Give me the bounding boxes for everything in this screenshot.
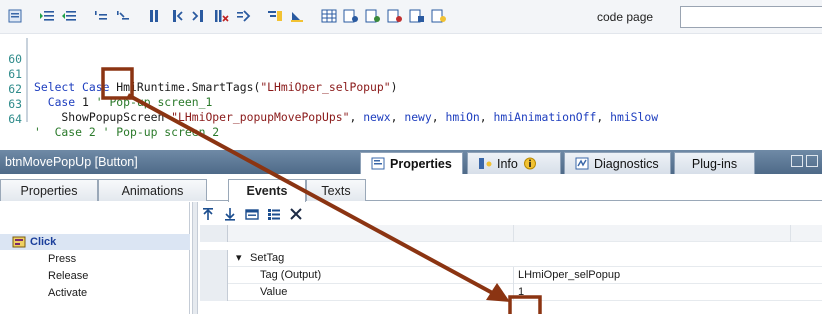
parameter-row[interactable]: Value 1 bbox=[200, 284, 822, 301]
editor-toolbar: code page bbox=[0, 0, 822, 34]
code-text: ' Case 2 ' Pop-up screen_2 bbox=[34, 125, 220, 139]
code-text: ShowPopupScreen "LHmiOper_popupMovePopUp… bbox=[34, 110, 659, 124]
code-text: Select Case HmiRuntime.SmartTags("LHmiOp… bbox=[34, 80, 398, 94]
column-separator bbox=[790, 225, 791, 242]
menu-icon[interactable] bbox=[806, 155, 818, 167]
window-controls bbox=[791, 155, 818, 167]
move-down-icon[interactable] bbox=[222, 206, 238, 222]
tab-label: Properties bbox=[390, 156, 452, 171]
list-add-icon[interactable] bbox=[364, 8, 382, 24]
indent-increase-icon[interactable] bbox=[38, 8, 56, 24]
move-up-icon[interactable] bbox=[200, 206, 216, 222]
code-line: 64 ' Case 2 ' Pop-up screen_2 bbox=[0, 100, 219, 139]
bookmark-icon[interactable] bbox=[146, 8, 164, 24]
list-remove-icon[interactable] bbox=[386, 8, 404, 24]
code-page-field[interactable] bbox=[680, 6, 822, 28]
tab-label: Plug-ins bbox=[691, 156, 738, 171]
sync-icon[interactable] bbox=[288, 8, 306, 24]
event-list: Click Press Release Activate bbox=[0, 202, 190, 314]
table-icon[interactable] bbox=[320, 8, 338, 24]
script-icon[interactable] bbox=[6, 8, 24, 24]
parameter-name: Value bbox=[260, 286, 288, 298]
event-group-click[interactable]: Click bbox=[0, 234, 190, 250]
tab-properties[interactable]: Properties bbox=[360, 152, 463, 174]
row-header bbox=[200, 225, 228, 242]
restore-icon[interactable] bbox=[791, 155, 803, 167]
subtab-properties[interactable]: Properties bbox=[0, 179, 98, 201]
diagnostics-icon bbox=[575, 157, 589, 170]
info-circle-icon bbox=[523, 157, 537, 170]
function-row[interactable]: ▾ SetTag bbox=[200, 250, 822, 267]
sub-tab-bar: Properties Animations Events Texts bbox=[0, 179, 822, 202]
event-group-label: Click bbox=[30, 236, 57, 248]
info-icon bbox=[478, 157, 492, 170]
list-icon[interactable] bbox=[342, 8, 360, 24]
comment-icon[interactable] bbox=[92, 8, 110, 24]
tab-diagnostics[interactable]: Diagnostics bbox=[564, 152, 671, 174]
toolbar-icons bbox=[6, 8, 448, 24]
convert-to-script-icon[interactable] bbox=[244, 206, 260, 222]
list-edit-icon[interactable] bbox=[408, 8, 426, 24]
function-name: SetTag bbox=[250, 252, 285, 264]
tab-info[interactable]: Info bbox=[467, 152, 561, 174]
inspector-header: btnMovePopUp [Button] Properties Info Di… bbox=[0, 150, 822, 174]
code-line: 62 Case 1 ' Pop-up screen_1 bbox=[0, 70, 212, 109]
panel-splitter[interactable] bbox=[192, 202, 198, 314]
script-editor: code page 60 61 Select Case HmiRuntime.S… bbox=[0, 0, 822, 139]
list-run-icon[interactable] bbox=[430, 8, 448, 24]
uncomment-icon[interactable] bbox=[114, 8, 132, 24]
bookmark-clear-icon[interactable] bbox=[212, 8, 230, 24]
event-press[interactable]: Press bbox=[0, 251, 190, 267]
grid-header-row bbox=[200, 225, 822, 242]
inspector-panel: btnMovePopUp [Button] Properties Info Di… bbox=[0, 150, 822, 314]
bookmark-next-icon[interactable] bbox=[190, 8, 208, 24]
bookmark-prev-icon[interactable] bbox=[168, 8, 186, 24]
properties-icon bbox=[371, 157, 385, 170]
code-line: 61 Select Case HmiRuntime.SmartTags("LHm… bbox=[0, 55, 397, 94]
row-header bbox=[200, 284, 228, 301]
indent-decrease-icon[interactable] bbox=[60, 8, 78, 24]
column-separator bbox=[513, 284, 514, 301]
row-header bbox=[200, 250, 228, 267]
row-header bbox=[200, 267, 228, 284]
parameter-value[interactable]: LHmiOper_selPopup bbox=[518, 267, 620, 284]
parameter-name: Tag (Output) bbox=[260, 269, 322, 281]
code-line: 63 ShowPopupScreen "LHmiOper_popupMovePo… bbox=[0, 85, 658, 124]
column-separator bbox=[513, 225, 514, 242]
column-separator bbox=[513, 267, 514, 284]
syntax-icon[interactable] bbox=[266, 8, 284, 24]
subtab-texts[interactable]: Texts bbox=[306, 179, 366, 201]
delete-icon[interactable] bbox=[288, 206, 304, 222]
code-line: 60 bbox=[0, 40, 41, 66]
function-list-grid: ▾ SetTag Tag (Output) LHmiOper_selPopup … bbox=[200, 225, 822, 314]
function-list-icon[interactable] bbox=[266, 206, 282, 222]
code-page-label: code page bbox=[597, 10, 654, 24]
event-activate[interactable]: Activate bbox=[0, 285, 190, 301]
collapse-icon[interactable]: ▾ bbox=[236, 250, 242, 267]
object-title: btnMovePopUp [Button] bbox=[5, 155, 138, 169]
event-release[interactable]: Release bbox=[0, 268, 190, 284]
parameter-value[interactable]: 1 bbox=[518, 284, 524, 301]
code-text: Case 1 ' Pop-up screen_1 bbox=[47, 95, 213, 109]
subtab-events[interactable]: Events bbox=[228, 179, 306, 202]
code-area[interactable]: 60 61 Select Case HmiRuntime.SmartTags("… bbox=[0, 38, 822, 139]
parameter-row[interactable]: Tag (Output) LHmiOper_selPopup bbox=[200, 267, 822, 284]
go-to-icon[interactable] bbox=[234, 8, 252, 24]
line-number: 64 bbox=[8, 112, 22, 126]
function-list-toolbar bbox=[200, 206, 304, 222]
click-event-icon bbox=[12, 236, 26, 248]
subtab-animations[interactable]: Animations bbox=[98, 179, 207, 201]
tab-label: Diagnostics bbox=[594, 156, 659, 171]
tab-plugins[interactable]: Plug-ins bbox=[674, 152, 755, 174]
tab-label: Info bbox=[497, 156, 518, 171]
